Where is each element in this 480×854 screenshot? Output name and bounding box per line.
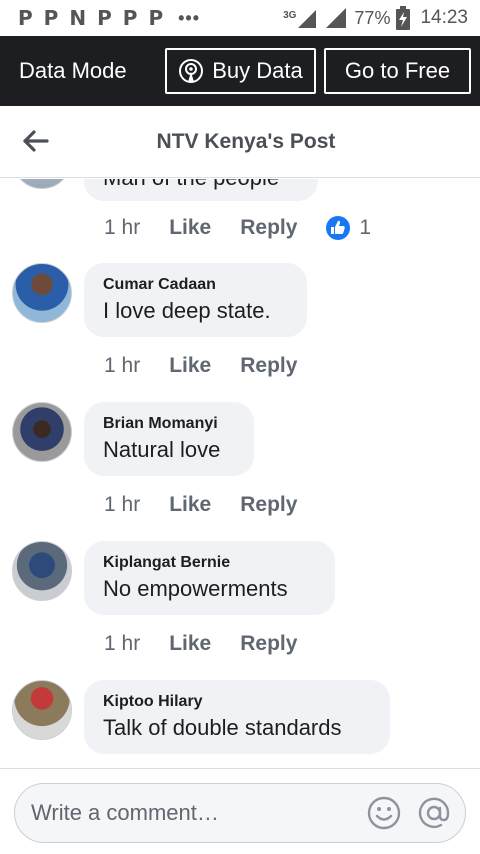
reply-button[interactable]: Reply xyxy=(240,632,297,656)
broadcast-icon xyxy=(179,59,204,83)
comment-age: 1 hr xyxy=(104,493,141,516)
comment-bubble: Brian Momanyi Natural love xyxy=(84,402,254,476)
comment-bubble: Kiplangat Bernie No empowerments xyxy=(84,541,335,615)
like-button[interactable]: Like xyxy=(169,493,211,517)
comment-text: Man of the people xyxy=(103,179,298,193)
like-button[interactable]: Like xyxy=(169,354,211,378)
notification-icons: P P N P P P ••• xyxy=(18,6,200,30)
reply-button[interactable]: Reply xyxy=(240,493,297,517)
comment-age: 1 hr xyxy=(104,632,141,655)
notification-icon: N xyxy=(69,6,87,30)
notification-icon: P xyxy=(122,6,138,30)
comment-composer-area: Write a comment… xyxy=(0,768,480,854)
reply-button[interactable]: Reply xyxy=(240,354,297,378)
notification-icon: P xyxy=(18,6,33,30)
comment-actions: 1 hr Like Reply xyxy=(104,354,297,378)
network-type: 3G xyxy=(283,10,297,21)
data-mode-bar: Data Mode Buy Data Go to Free xyxy=(0,36,480,106)
comment-bubble: Kiptoo Hilary Talk of double standards xyxy=(84,680,390,754)
comment-author[interactable]: Brian Momanyi xyxy=(103,413,234,435)
buy-data-label: Buy Data xyxy=(212,58,303,83)
smiley-icon[interactable] xyxy=(367,796,401,830)
battery-percent: 77% xyxy=(354,7,391,28)
signal-icon xyxy=(298,10,317,28)
avatar[interactable] xyxy=(12,179,72,189)
comment-actions: 1 hr Like Reply xyxy=(104,632,297,656)
comment-bubble: Man of the people xyxy=(84,179,318,201)
comment-item: Kiptoo Hilary Talk of double standards xyxy=(0,680,480,768)
page-title: NTV Kenya's Post xyxy=(156,130,336,153)
like-reaction-icon xyxy=(326,216,351,240)
comment-text: Natural love xyxy=(103,437,221,462)
buy-data-button[interactable]: Buy Data xyxy=(165,48,316,94)
comment-bubble: Cumar Cadaan I love deep state. xyxy=(84,263,307,337)
go-to-free-button[interactable]: Go to Free xyxy=(324,48,471,94)
like-button[interactable]: Like xyxy=(169,216,211,240)
avatar[interactable] xyxy=(12,680,72,740)
status-bar: P P N P P P ••• 3G 77% 14:23 xyxy=(0,0,480,36)
avatar[interactable] xyxy=(12,402,72,462)
at-sign-icon[interactable] xyxy=(417,796,451,830)
comment-author[interactable]: Cumar Cadaan xyxy=(103,274,287,296)
comment-actions: 1 hr Like Reply 1 xyxy=(104,215,371,241)
comment-actions: 1 hr Like Reply xyxy=(104,493,297,517)
comment-text: Talk of double standards xyxy=(103,715,342,740)
comment-input[interactable]: Write a comment… xyxy=(14,783,466,843)
reply-button[interactable]: Reply xyxy=(240,216,297,240)
comment-text: No empowerments xyxy=(103,576,288,601)
comment-item: Cumar Cadaan I love deep state. 1 hr Lik… xyxy=(0,263,480,393)
comment-author[interactable]: Kiplangat Bernie xyxy=(103,552,315,574)
avatar[interactable] xyxy=(12,263,72,323)
reaction-count[interactable]: 1 xyxy=(325,215,371,241)
comment-input-placeholder: Write a comment… xyxy=(31,800,219,825)
comment-item: Kiplangat Bernie No empowerments 1 hr Li… xyxy=(0,541,480,671)
clock: 14:23 xyxy=(420,7,468,28)
go-to-free-label: Go to Free xyxy=(344,58,451,83)
data-mode-label: Data Mode xyxy=(19,58,127,83)
reaction-count-value: 1 xyxy=(359,216,372,239)
more-notifications-icon: ••• xyxy=(178,7,201,28)
comment-text: I love deep state. xyxy=(103,298,271,323)
comments-list: Man of the people 1 hr Like Reply 1 Cuma… xyxy=(0,179,480,768)
comment-age: 1 hr xyxy=(104,216,141,239)
like-button[interactable]: Like xyxy=(169,632,211,656)
comment-author[interactable]: Kiptoo Hilary xyxy=(103,691,370,713)
signal-icon xyxy=(326,8,347,28)
notification-icon: P xyxy=(148,6,164,30)
notification-icon: P xyxy=(43,6,59,30)
comment-item: Man of the people 1 hr Like Reply 1 xyxy=(0,179,480,249)
notification-icon: P xyxy=(97,6,112,30)
avatar[interactable] xyxy=(12,541,72,601)
comment-item: Brian Momanyi Natural love 1 hr Like Rep… xyxy=(0,402,480,532)
battery-charging-icon xyxy=(396,6,411,30)
comment-age: 1 hr xyxy=(104,354,141,377)
post-header: NTV Kenya's Post xyxy=(0,106,480,178)
